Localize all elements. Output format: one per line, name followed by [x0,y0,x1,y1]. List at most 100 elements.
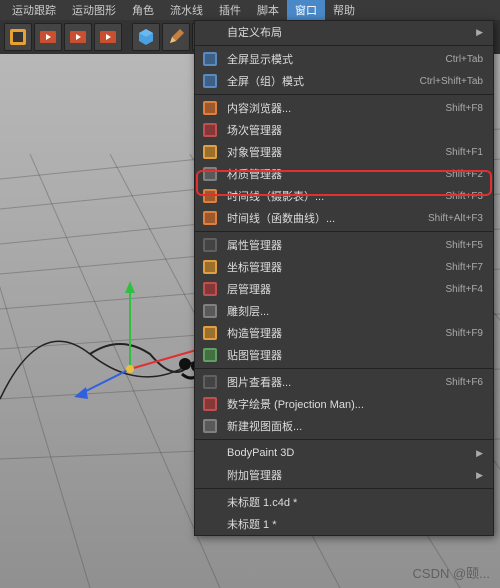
menu-item--[interactable]: 材质管理器Shift+F2 [195,163,493,185]
fullscreen-grp-icon [201,72,219,90]
tool-picture-viewer[interactable] [94,23,122,51]
menu-pipeline[interactable]: 流水线 [162,0,211,20]
menu-separator [195,439,493,440]
menu-label: 未标题 1.c4d * [227,494,483,510]
window-dropdown: 自定义布局▶全屏显示模式Ctrl+Tab全屏（组）模式Ctrl+Shift+Ta… [194,20,494,536]
menu-separator [195,94,493,95]
menu-label: 属性管理器 [227,237,445,253]
struct-icon [201,324,219,342]
menu-label: BodyPaint 3D [227,447,468,459]
blank-icon [201,466,219,484]
blank-icon [201,444,219,462]
menu-item--[interactable]: 新建视图面板... [195,415,493,437]
menu-character[interactable]: 角色 [124,0,162,20]
menu-item--[interactable]: 自定义布局 ▶ [195,21,493,43]
menu-item--1-c4d-[interactable]: 未标题 1.c4d * [195,491,493,513]
menu-label: 雕刻层... [227,303,483,319]
tool-render-region[interactable] [34,23,62,51]
object-icon [201,143,219,161]
menu-item--[interactable]: 时间线（函数曲线）...Shift+Alt+F3 [195,207,493,229]
menu-item--1-[interactable]: 未标题 1 * [195,513,493,535]
axis-gizmo[interactable] [70,279,210,404]
menu-mograph[interactable]: 运动图形 [64,0,124,20]
menu-label: 贴图管理器 [227,347,483,363]
menu-item--[interactable]: 全屏（组）模式Ctrl+Shift+Tab [195,70,493,92]
menu-label: 场次管理器 [227,122,483,138]
menu-item--Projection-Man-[interactable]: 数字绘景 (Projection Man)... [195,393,493,415]
browser-icon [201,99,219,117]
menu-label: 材质管理器 [227,166,445,182]
menu-label: 层管理器 [227,281,445,297]
menu-label: 附加管理器 [227,467,468,483]
menu-item--[interactable]: 图片查看器...Shift+F6 [195,371,493,393]
menu-label: 新建视图面板... [227,418,483,434]
menu-item-BodyPaint-3D[interactable]: BodyPaint 3D ▶ [195,442,493,464]
menu-plugins[interactable]: 插件 [211,0,249,20]
menu-shortcut: Shift+F8 [445,103,483,114]
menu-scripts[interactable]: 脚本 [249,0,287,20]
chevron-right-icon: ▶ [476,448,483,459]
menu-label: 自定义布局 [227,24,468,40]
menu-item--[interactable]: 雕刻层... [195,300,493,322]
menu-label: 全屏（组）模式 [227,73,420,89]
watermark: CSDN @颐... [413,563,490,582]
scene-icon [201,121,219,139]
menu-item--[interactable]: 时间线（摄影表）...Shift+F3 [195,185,493,207]
menu-shortcut: Ctrl+Tab [445,54,483,65]
tool-render-settings[interactable] [64,23,92,51]
tool-cube[interactable] [132,23,160,51]
tool-render[interactable] [4,23,32,51]
blank-icon [201,515,219,533]
attr-icon [201,236,219,254]
menu-item--[interactable]: 层管理器Shift+F4 [195,278,493,300]
menu-item--[interactable]: 坐标管理器Shift+F7 [195,256,493,278]
menu-shortcut: Shift+F5 [445,240,483,251]
fcurve-icon [201,209,219,227]
fullscreen-icon [201,50,219,68]
menu-label: 数字绘景 (Projection Man)... [227,396,483,412]
menu-help[interactable]: 帮助 [325,0,363,20]
menu-label: 时间线（摄影表）... [227,188,445,204]
tool-pen[interactable] [162,23,190,51]
menu-separator [195,231,493,232]
menu-label: 坐标管理器 [227,259,445,275]
blank-icon [201,493,219,511]
menu-label: 对象管理器 [227,144,445,160]
menu-shortcut: Ctrl+Shift+Tab [420,76,483,87]
menu-item--[interactable]: 对象管理器Shift+F1 [195,141,493,163]
menu-item--[interactable]: 贴图管理器 [195,344,493,366]
menu-item--[interactable]: 属性管理器Shift+F5 [195,234,493,256]
blank-icon [201,23,219,41]
menu-separator [195,368,493,369]
menubar: 运动跟踪 运动图形 角色 流水线 插件 脚本 窗口 帮助 [0,0,500,20]
menu-window[interactable]: 窗口 [287,0,325,20]
material-icon [201,165,219,183]
menu-shortcut: Shift+F3 [445,191,483,202]
menu-label: 全屏显示模式 [227,51,445,67]
proj-icon [201,395,219,413]
timeline-icon [201,187,219,205]
menu-shortcut: Shift+F2 [445,169,483,180]
menu-shortcut: Shift+F4 [445,284,483,295]
menu-label: 时间线（函数曲线）... [227,210,428,226]
menu-label: 未标题 1 * [227,516,483,532]
menu-shortcut: Shift+Alt+F3 [428,213,483,224]
carve-icon [201,302,219,320]
menu-tracking[interactable]: 运动跟踪 [4,0,64,20]
newview-icon [201,417,219,435]
menu-label: 内容浏览器... [227,100,445,116]
menu-item--[interactable]: 附加管理器 ▶ [195,464,493,486]
texture-icon [201,346,219,364]
menu-shortcut: Shift+F6 [445,377,483,388]
chevron-right-icon: ▶ [476,27,483,38]
coord-icon [201,258,219,276]
menu-item--[interactable]: 内容浏览器...Shift+F8 [195,97,493,119]
menu-item--[interactable]: 构造管理器Shift+F9 [195,322,493,344]
menu-label: 图片查看器... [227,374,445,390]
chevron-right-icon: ▶ [476,470,483,481]
menu-shortcut: Shift+F7 [445,262,483,273]
menu-separator [195,488,493,489]
menu-item--[interactable]: 场次管理器 [195,119,493,141]
layer-icon [201,280,219,298]
menu-item--[interactable]: 全屏显示模式Ctrl+Tab [195,48,493,70]
